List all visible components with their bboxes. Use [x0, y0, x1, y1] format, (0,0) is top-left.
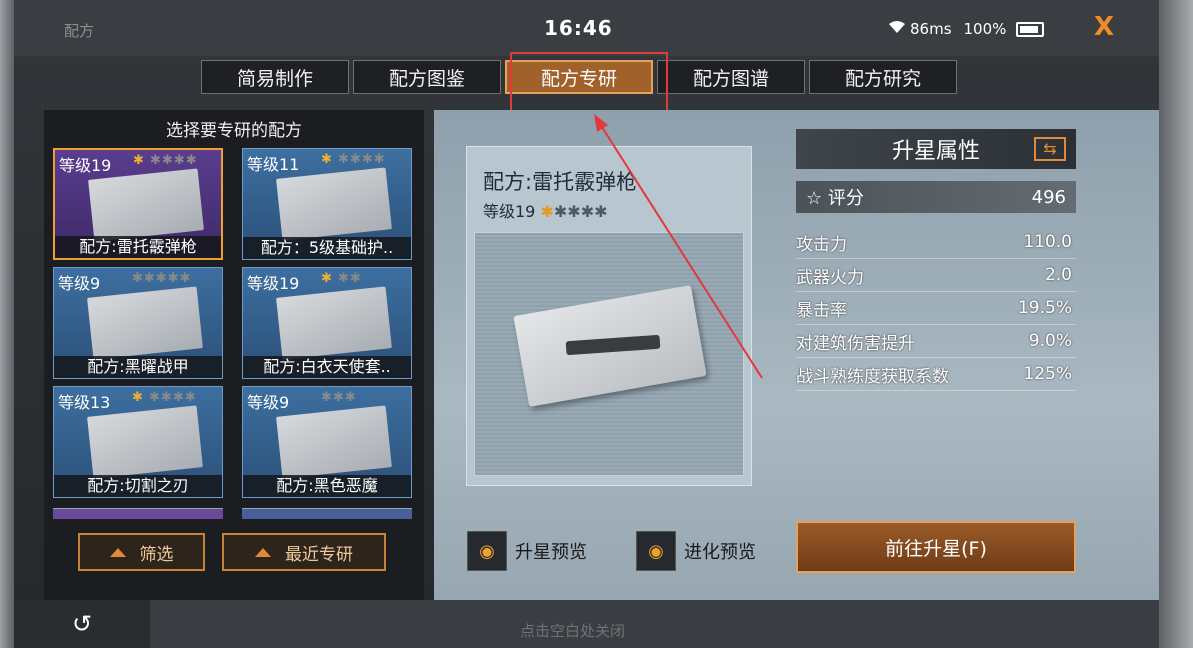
recipe-card[interactable]: 等级9 ✱✱✱ 配方:黑色恶魔 — [242, 386, 412, 498]
score-value: 496 — [1031, 186, 1066, 208]
triangle-icon — [109, 547, 126, 557]
window-title: 配方 — [64, 22, 95, 40]
card-level: 等级19 — [59, 156, 112, 175]
star-rating-icon: ✱ ✱✱✱✱ — [321, 152, 386, 167]
tab-simple-craft[interactable]: 简易制作 — [201, 60, 349, 94]
card-level: 等级13 — [58, 393, 111, 412]
recent-label: 最近专研 — [285, 544, 353, 565]
upgrade-preview-label: 升星预览 — [515, 542, 587, 563]
stat-label: 暴击率 — [796, 300, 847, 321]
card-level: 等级11 — [247, 155, 300, 174]
card-name: 配方：5级基础护.. — [243, 237, 411, 259]
blueprint-image — [276, 286, 392, 360]
device-bezel-left — [0, 0, 14, 648]
recipe-level: 等级19 ✱✱✱✱✱ — [483, 198, 608, 222]
tab-recipe-research[interactable]: 配方研究 — [809, 60, 957, 94]
card-name: 配方:切割之刃 — [54, 475, 222, 497]
recipe-level-text: 等级19 — [483, 202, 536, 221]
stat-value: 110.0 — [1023, 232, 1072, 252]
battery-icon — [1016, 21, 1045, 37]
tab-recipe-codex[interactable]: 配方图鉴 — [353, 60, 501, 94]
recipe-card[interactable]: 等级11 ✱ ✱✱✱✱ 配方：5级基础护.. — [242, 148, 412, 260]
stats-list: 攻击力 110.0 武器火力 2.0 暴击率 19.5% 对建筑伤害提升 9.0% 战斗… — [796, 226, 1076, 391]
card-level: 等级9 — [58, 274, 101, 293]
score-label-group: ☆ 评分 — [806, 184, 864, 210]
filter-button[interactable]: 筛选 — [78, 533, 205, 571]
recipe-card[interactable]: 等级9 ✱✱✱✱✱ 配方:黑曜战甲 — [53, 267, 223, 379]
star-rating-icon: ✱✱✱ — [321, 390, 357, 405]
blueprint-image — [87, 286, 203, 360]
score-label: 评分 — [827, 188, 864, 209]
stat-row: 暴击率 19.5% — [796, 292, 1076, 325]
blueprint-image — [88, 168, 204, 242]
card-name: 配方:雷托霰弹枪 — [55, 236, 221, 258]
status-area: 86ms 100% — [888, 20, 1045, 38]
back-button[interactable]: ↺ — [14, 600, 150, 648]
blueprint-image — [276, 405, 392, 479]
card-name: 配方:白衣天使套.. — [243, 356, 411, 378]
panel-title: 选择要专研的配方 — [166, 121, 302, 141]
close-button[interactable]: X — [1094, 12, 1114, 42]
card-name: 配方:黑曜战甲 — [54, 356, 222, 378]
blueprint-image — [276, 167, 392, 241]
close-hint: 点击空白处关闭 — [520, 622, 626, 640]
stat-label: 战斗熟练度获取系数 — [796, 366, 949, 387]
recipe-card-partial[interactable] — [242, 508, 412, 519]
star-rating-icon: ✱✱✱✱✱ — [132, 271, 192, 286]
device-bezel-right — [1159, 0, 1193, 648]
stat-label: 武器火力 — [796, 267, 864, 288]
recipe-card[interactable]: 等级19 ✱ ✱✱ 配方:白衣天使套.. — [242, 267, 412, 379]
recipe-card[interactable]: 等级19 ✱ ✱✱✱✱ 配方:雷托霰弹枪 — [53, 148, 223, 260]
card-name: 配方:黑色恶魔 — [243, 475, 411, 497]
evolve-preview-label: 进化预览 — [684, 542, 756, 563]
stat-value: 9.0% — [1028, 331, 1072, 351]
swap-icon[interactable]: ⇆ — [1034, 137, 1066, 161]
recipe-card[interactable]: 等级13 ✱ ✱✱✱✱ 配方:切割之刃 — [53, 386, 223, 498]
battery-text: 100% — [963, 20, 1007, 38]
eye-icon: ◉ — [636, 531, 676, 571]
stat-value: 2.0 — [1044, 265, 1072, 285]
star-badge-icon: ☆ — [806, 188, 823, 209]
back-arrow-icon: ↺ — [71, 610, 93, 638]
stat-row: 战斗熟练度获取系数 125% — [796, 358, 1076, 391]
score-row: ☆ 评分 496 — [796, 181, 1076, 213]
stat-row: 武器火力 2.0 — [796, 259, 1076, 292]
stat-value: 125% — [1023, 364, 1072, 384]
stat-label: 攻击力 — [796, 234, 847, 255]
card-level: 等级19 — [247, 274, 300, 293]
tab-recipe-chart[interactable]: 配方图谱 — [657, 60, 805, 94]
stat-value: 19.5% — [1017, 298, 1072, 318]
recent-study-button[interactable]: 最近专研 — [222, 533, 386, 571]
wifi-icon — [888, 20, 906, 38]
star-rating-icon: ✱ ✱✱✱✱ — [133, 153, 198, 168]
stat-row: 攻击力 110.0 — [796, 226, 1076, 259]
stat-row: 对建筑伤害提升 9.0% — [796, 325, 1076, 358]
clock: 16:46 — [544, 16, 613, 40]
upgrade-preview-button[interactable]: ◉ 升星预览 — [467, 531, 587, 571]
card-level: 等级9 — [247, 393, 290, 412]
triangle-icon — [255, 547, 271, 557]
ping-text: 86ms — [910, 20, 952, 38]
recipe-title: 配方:雷托霰弹枪 — [483, 170, 638, 194]
go-upgrade-button[interactable]: 前往升星(F) — [796, 521, 1076, 573]
eye-icon: ◉ — [467, 531, 507, 571]
blueprint-image — [87, 405, 203, 479]
stat-label: 对建筑伤害提升 — [796, 333, 915, 354]
recipe-card-partial[interactable] — [53, 508, 223, 519]
star-empty-icon: ✱✱✱✱ — [553, 202, 608, 221]
star-rating-icon: ✱ ✱✱✱✱ — [132, 390, 197, 405]
highlight-box — [510, 52, 668, 112]
filter-label: 筛选 — [139, 544, 174, 565]
evolve-preview-button[interactable]: ◉ 进化预览 — [636, 531, 756, 571]
star-filled-icon: ✱ — [540, 202, 554, 221]
star-rating-icon: ✱ ✱✱ — [321, 271, 362, 286]
